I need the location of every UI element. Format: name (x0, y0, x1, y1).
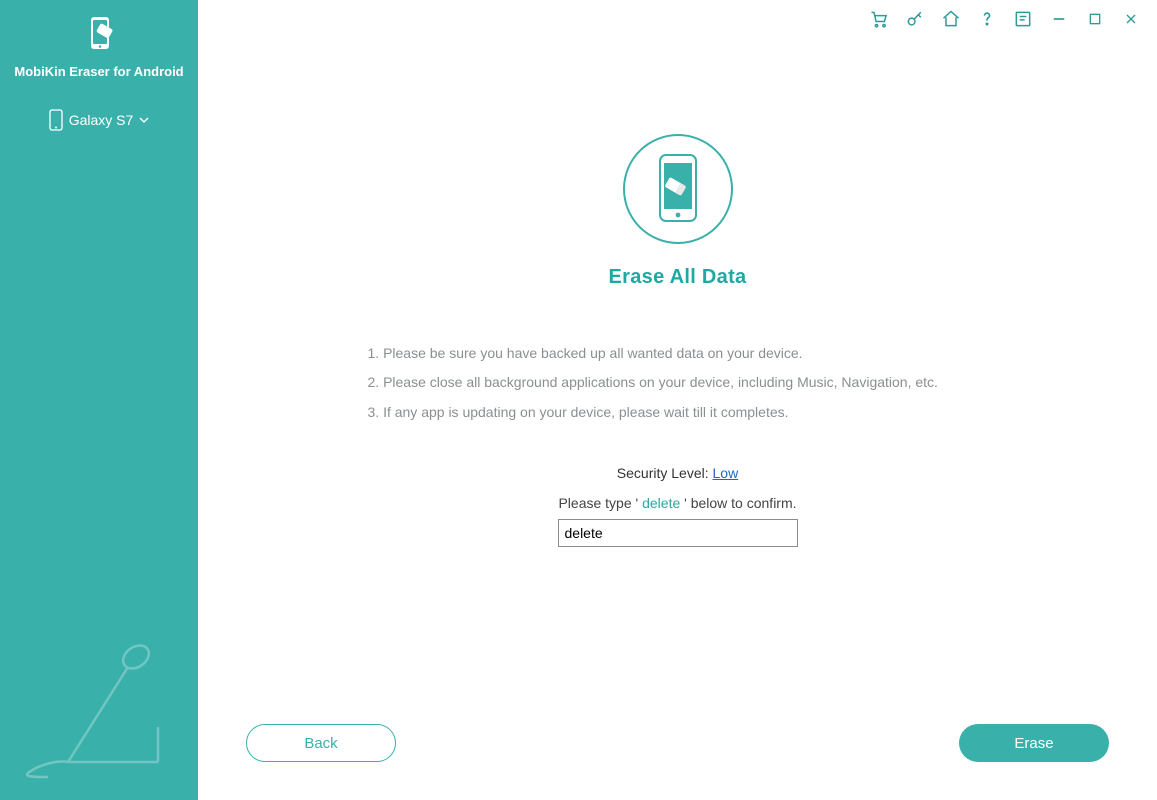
confirm-prefix: Please type ' (558, 495, 638, 511)
instructions-list: 1. Please be sure you have backed up all… (368, 339, 988, 427)
sidebar: MobiKin Eraser for Android Galaxy S7 (0, 0, 198, 800)
confirm-input[interactable] (558, 519, 798, 547)
maximize-icon[interactable] (1085, 9, 1105, 29)
confirm-keyword: delete (642, 495, 680, 511)
sidebar-decoration-icon (8, 627, 178, 792)
chevron-down-icon (139, 113, 149, 127)
erase-illustration-icon (623, 134, 733, 244)
confirm-instruction: Please type ' delete ' below to confirm. (558, 495, 796, 511)
key-icon[interactable] (905, 9, 925, 29)
app-title: MobiKin Eraser for Android (14, 64, 183, 79)
instruction-item: 2. Please close all background applicati… (368, 368, 988, 397)
erase-button[interactable]: Erase (959, 724, 1109, 762)
page-heading: Erase All Data (609, 266, 747, 289)
instruction-item: 1. Please be sure you have backed up all… (368, 339, 988, 368)
titlebar (198, 0, 1157, 34)
back-button[interactable]: Back (246, 724, 396, 762)
app-logo-block: MobiKin Eraser for Android (14, 0, 183, 79)
feedback-icon[interactable] (1013, 9, 1033, 29)
main-panel: Erase All Data 1. Please be sure you hav… (198, 0, 1157, 800)
instruction-item: 3. If any app is updating on your device… (368, 398, 988, 427)
security-level-link[interactable]: Low (713, 465, 739, 481)
phone-icon (49, 109, 63, 131)
content-area: Erase All Data 1. Please be sure you hav… (198, 34, 1157, 724)
minimize-icon[interactable] (1049, 9, 1069, 29)
security-level-row: Security Level: Low (617, 465, 738, 481)
cart-icon[interactable] (869, 9, 889, 29)
confirm-suffix: ' below to confirm. (684, 495, 796, 511)
close-icon[interactable] (1121, 9, 1141, 29)
security-level-label: Security Level: (617, 465, 709, 481)
help-icon[interactable] (977, 9, 997, 29)
device-name: Galaxy S7 (69, 112, 134, 128)
app-logo-icon (74, 10, 124, 60)
home-icon[interactable] (941, 9, 961, 29)
footer: Back Erase (198, 724, 1157, 800)
device-selector[interactable]: Galaxy S7 (49, 109, 150, 131)
